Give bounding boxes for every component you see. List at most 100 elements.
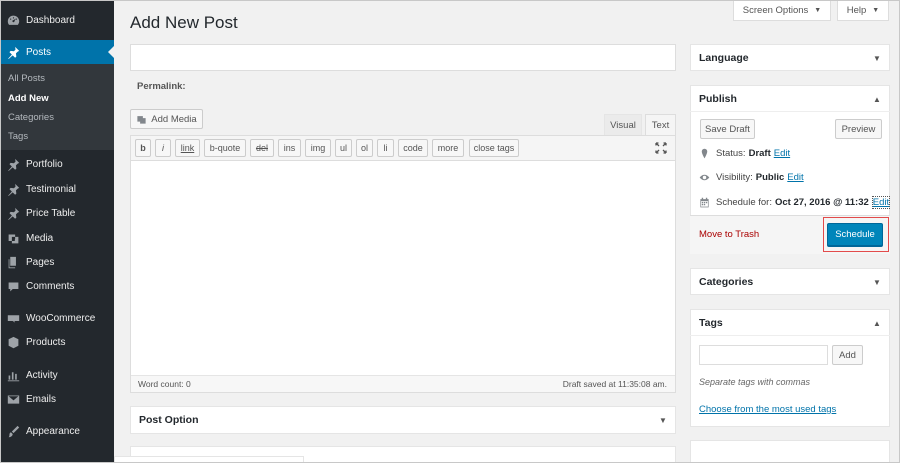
preview-button[interactable]: Preview — [835, 119, 882, 139]
qt-bquote-button[interactable]: b-quote — [204, 139, 246, 157]
qt-li-button[interactable]: li — [377, 139, 394, 157]
menu-label: Pages — [26, 256, 55, 268]
qt-del-button[interactable]: del — [250, 139, 274, 157]
qt-ol-button[interactable]: ol — [356, 139, 373, 157]
products-icon — [6, 335, 20, 349]
bottom-scroll-strip — [114, 456, 304, 463]
submenu-add-new[interactable]: Add New — [8, 93, 49, 104]
menu-item-price-table[interactable]: Price Table — [0, 201, 114, 225]
menu-item-products[interactable]: Products — [0, 330, 114, 354]
post-title-input[interactable] — [130, 44, 676, 71]
schedule-row: Schedule for: Oct 27, 2016 @ 11:32 Edit — [699, 196, 891, 209]
submenu-all-posts[interactable]: All Posts — [8, 73, 45, 84]
menu-item-activity[interactable]: Activity — [0, 363, 114, 387]
menu-item-appearance[interactable]: Appearance — [0, 419, 114, 443]
menu-label: Comments — [26, 280, 75, 292]
post-option-box[interactable] — [130, 406, 676, 434]
comments-icon — [6, 279, 20, 293]
woocommerce-icon — [6, 311, 20, 325]
activity-icon — [6, 368, 20, 382]
visibility-label: Visibility: — [716, 172, 753, 183]
menu-label: Portfolio — [26, 158, 63, 170]
visibility-value: Public — [755, 172, 785, 183]
fullscreen-icon[interactable] — [655, 142, 667, 154]
caret-down-icon: ▼ — [872, 6, 880, 14]
screen-options-button[interactable]: Screen Options ▼ — [733, 0, 831, 21]
toggle-up-icon[interactable]: ▲ — [873, 95, 881, 104]
word-count: Word count: 0 — [138, 379, 191, 389]
qt-italic-button[interactable]: i — [155, 139, 171, 157]
qt-close-tags-button[interactable]: close tags — [469, 139, 519, 157]
toggle-down-icon[interactable]: ▼ — [659, 416, 667, 425]
post-option-title: Post Option — [139, 414, 199, 426]
new-tag-input[interactable] — [699, 345, 828, 365]
divider — [690, 111, 890, 112]
menu-item-comments[interactable]: Comments — [0, 274, 114, 298]
menu-item-emails[interactable]: Emails — [0, 387, 114, 411]
qt-bold-button[interactable]: b — [135, 139, 151, 157]
schedule-label: Schedule for: — [716, 197, 772, 208]
submenu-tags[interactable]: Tags — [8, 131, 28, 142]
qt-code-button[interactable]: code — [398, 139, 428, 157]
edit-visibility-link[interactable]: Edit — [787, 172, 803, 183]
media-icon — [137, 115, 146, 124]
status-value: Draft — [748, 148, 771, 159]
content-textarea[interactable] — [131, 161, 675, 376]
qt-ul-button[interactable]: ul — [335, 139, 352, 157]
submenu-categories[interactable]: Categories — [8, 112, 54, 123]
active-indicator — [108, 46, 114, 58]
menu-item-dashboard[interactable]: Dashboard — [0, 8, 114, 32]
eye-icon — [699, 174, 710, 181]
help-label: Help — [846, 4, 867, 16]
menu-item-testimonial[interactable]: Testimonial — [0, 177, 114, 201]
move-to-trash-link[interactable]: Move to Trash — [699, 229, 759, 240]
quicktags-toolbar: b i link b-quote del ins img ul ol li co… — [131, 136, 675, 161]
divider — [690, 335, 890, 336]
schedule-button[interactable]: Schedule — [827, 223, 883, 246]
menu-label: WooCommerce — [26, 312, 96, 324]
menu-item-posts[interactable]: Posts — [0, 40, 114, 64]
page-title: Add New Post — [130, 13, 238, 32]
menu-label: Testimonial — [26, 183, 77, 195]
qt-more-button[interactable]: more — [432, 139, 464, 157]
add-tag-button[interactable]: Add — [832, 345, 863, 365]
qt-link-button[interactable]: link — [175, 139, 200, 157]
help-button[interactable]: Help ▼ — [837, 0, 889, 21]
menu-label: Posts — [26, 46, 52, 58]
toggle-up-icon[interactable]: ▲ — [873, 319, 881, 328]
email-icon — [6, 392, 20, 406]
menu-label: Price Table — [26, 207, 76, 219]
qt-img-button[interactable]: img — [305, 139, 331, 157]
tab-text[interactable]: Text — [645, 114, 676, 135]
toggle-down-icon[interactable]: ▼ — [873, 54, 881, 63]
caret-down-icon: ▼ — [814, 6, 822, 14]
next-sidebar-box — [690, 440, 890, 463]
save-draft-button[interactable]: Save Draft — [700, 119, 755, 139]
menu-label: Media — [26, 232, 54, 244]
tab-visual[interactable]: Visual — [604, 114, 642, 135]
qt-ins-button[interactable]: ins — [278, 139, 301, 157]
pin-icon — [6, 45, 20, 59]
pin-icon — [6, 206, 20, 220]
add-media-button[interactable]: Add Media — [130, 109, 203, 129]
edit-schedule-link[interactable]: Edit — [871, 196, 891, 209]
menu-label: Appearance — [26, 425, 80, 437]
edit-status-link[interactable]: Edit — [774, 148, 790, 159]
language-title: Language — [699, 52, 749, 64]
posts-submenu: All Posts Add New Categories Tags — [0, 64, 114, 150]
menu-item-media[interactable]: Media — [0, 226, 114, 250]
content-editor: b i link b-quote del ins img ul ol li co… — [130, 135, 676, 393]
categories-title: Categories — [699, 276, 754, 288]
menu-item-pages[interactable]: Pages — [0, 250, 114, 274]
pin-icon — [6, 182, 20, 196]
publish-title: Publish — [699, 93, 737, 105]
menu-item-woocommerce[interactable]: WooCommerce — [0, 306, 114, 330]
menu-item-portfolio[interactable]: Portfolio — [0, 152, 114, 176]
tags-hint: Separate tags with commas — [699, 377, 811, 387]
permalink-label: Permalink: — [137, 81, 186, 92]
visibility-row: Visibility: Public Edit — [699, 172, 804, 183]
draft-saved-status: Draft saved at 11:35:08 am. — [562, 379, 667, 389]
schedule-value: Oct 27, 2016 @ 11:32 — [774, 197, 869, 208]
toggle-down-icon[interactable]: ▼ — [873, 278, 881, 287]
choose-tags-link[interactable]: Choose from the most used tags — [699, 404, 836, 415]
